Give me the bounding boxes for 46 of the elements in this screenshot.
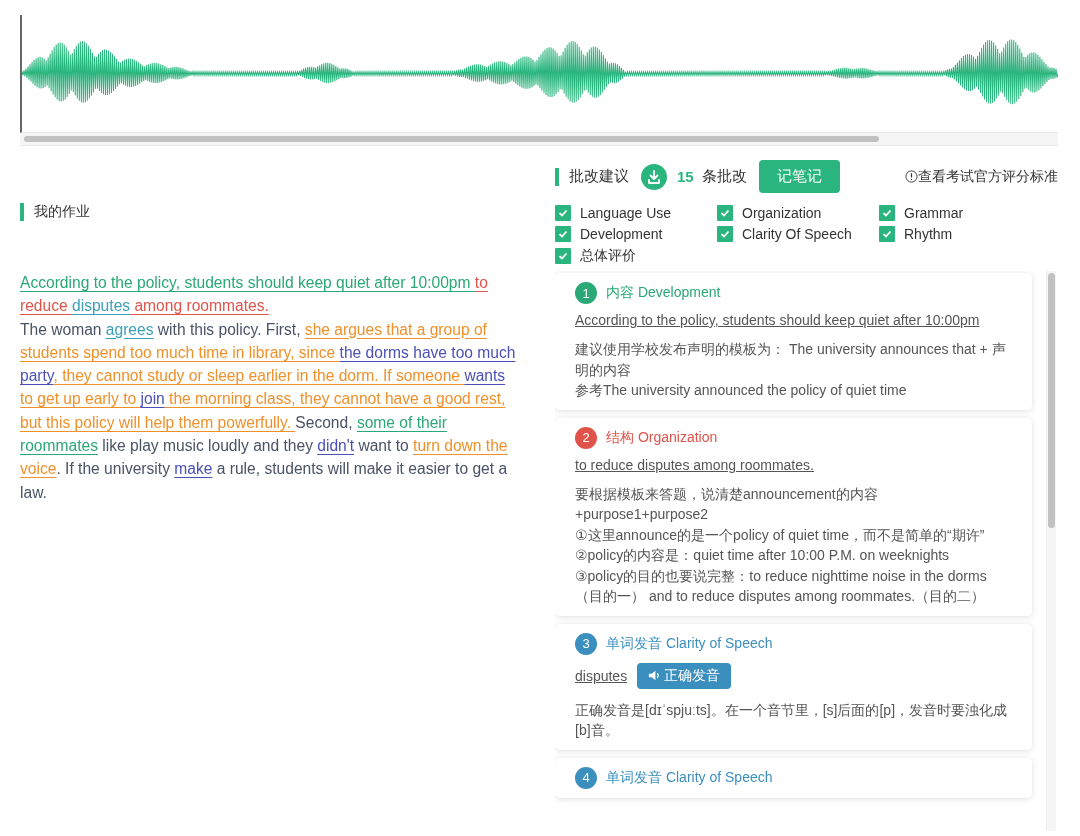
- vertical-scrollbar[interactable]: [1046, 271, 1056, 831]
- checkbox[interactable]: [879, 226, 895, 242]
- checkbox[interactable]: [717, 226, 733, 242]
- checkbox[interactable]: [879, 205, 895, 221]
- feedback-text: ①这里announce的是一个policy of quiet time，而不是简单的“期许”: [575, 525, 986, 545]
- filter-label: Development: [580, 226, 663, 242]
- card-title: 内容 Development: [606, 284, 721, 302]
- quoted-text: disputes: [575, 667, 628, 684]
- filter-label: Organization: [742, 205, 822, 221]
- download-icon[interactable]: [641, 163, 667, 190]
- take-notes-button[interactable]: 记笔记: [758, 160, 840, 193]
- card-title: 单词发音 Clarity of Speech: [606, 634, 773, 653]
- filter-label: 总体评价: [580, 247, 636, 265]
- feedback-text: ②policy的内容是：quiet time after 10:00 P.M. on weeknights: [575, 546, 951, 565]
- essay-paragraph: The woman agrees with this policy. First, she argues that a group of students spend too much time in library, since the dorms have too much party, they cannot study or sleep earlier in the dorm. If someone wants to get up early to join the morning class, they cannot have a good rest, but this policy will help them powerfully. Second, some of their roommates like play music loudly and they didn't want to turn down the voice. If the university make a rule, students will make it easier to get a law.: [20, 319, 517, 503]
- feedback-text: 正确发音是[dɪˈspjuːts]。在一个音节里，[s]后面的[p]，发音时要浊化成[b]音。: [575, 700, 1009, 740]
- filter-label: Rhythm: [904, 226, 953, 242]
- section-title: 批改建议: [569, 167, 629, 186]
- feedback-text: 要根据模板来答题，说清楚announcement的内容 +purpose1+purpose2: [575, 484, 879, 524]
- number-badge: 2: [575, 426, 597, 449]
- feedback-text: 参考The university announced the policy of quiet time: [575, 381, 908, 400]
- review-count-label: 条批改: [701, 167, 747, 186]
- number-badge: 1: [575, 282, 597, 304]
- checkbox[interactable]: [555, 226, 571, 242]
- filter-label: Language Use: [580, 205, 672, 221]
- checkbox[interactable]: [717, 205, 733, 221]
- pronunciation-button[interactable]: 正确发音: [637, 662, 732, 689]
- info-icon: [905, 170, 918, 183]
- quoted-text: to reduce disputes among roommates.: [575, 456, 814, 473]
- filter-label: Clarity Of Speech: [742, 226, 852, 242]
- filter-label: Grammar: [904, 205, 964, 221]
- feedback-text: 建议使用学校发布声明的模板为： The university announces that + 声明的内容: [575, 340, 1007, 380]
- card-title: 单词发音 Clarity of Speech: [606, 768, 773, 787]
- feedback-text: ③policy的目的也要说完整：to reduce nighttime noise in the dorms （目的一） and to reduce disputes among roommates.（目的二）: [575, 566, 988, 606]
- number-badge: 4: [575, 766, 597, 789]
- number-badge: 3: [575, 632, 597, 655]
- card-title: 结构 Organization: [606, 428, 718, 447]
- section-title: 我的作业: [34, 203, 90, 221]
- scoring-standard-link[interactable]: 查看考试官方评分标准: [918, 167, 1058, 186]
- speaker-icon: [648, 669, 662, 682]
- quoted-text: According to the policy, students should keep quiet after 10:00pm: [575, 312, 980, 328]
- checkbox[interactable]: [555, 205, 571, 221]
- review-count: 15: [677, 168, 694, 185]
- checkbox[interactable]: [555, 248, 571, 264]
- horizontal-scrollbar[interactable]: [20, 133, 1058, 146]
- essay-paragraph: According to the policy, students should keep quiet after 10:00pm to reduce disputes among roommates.: [20, 273, 489, 317]
